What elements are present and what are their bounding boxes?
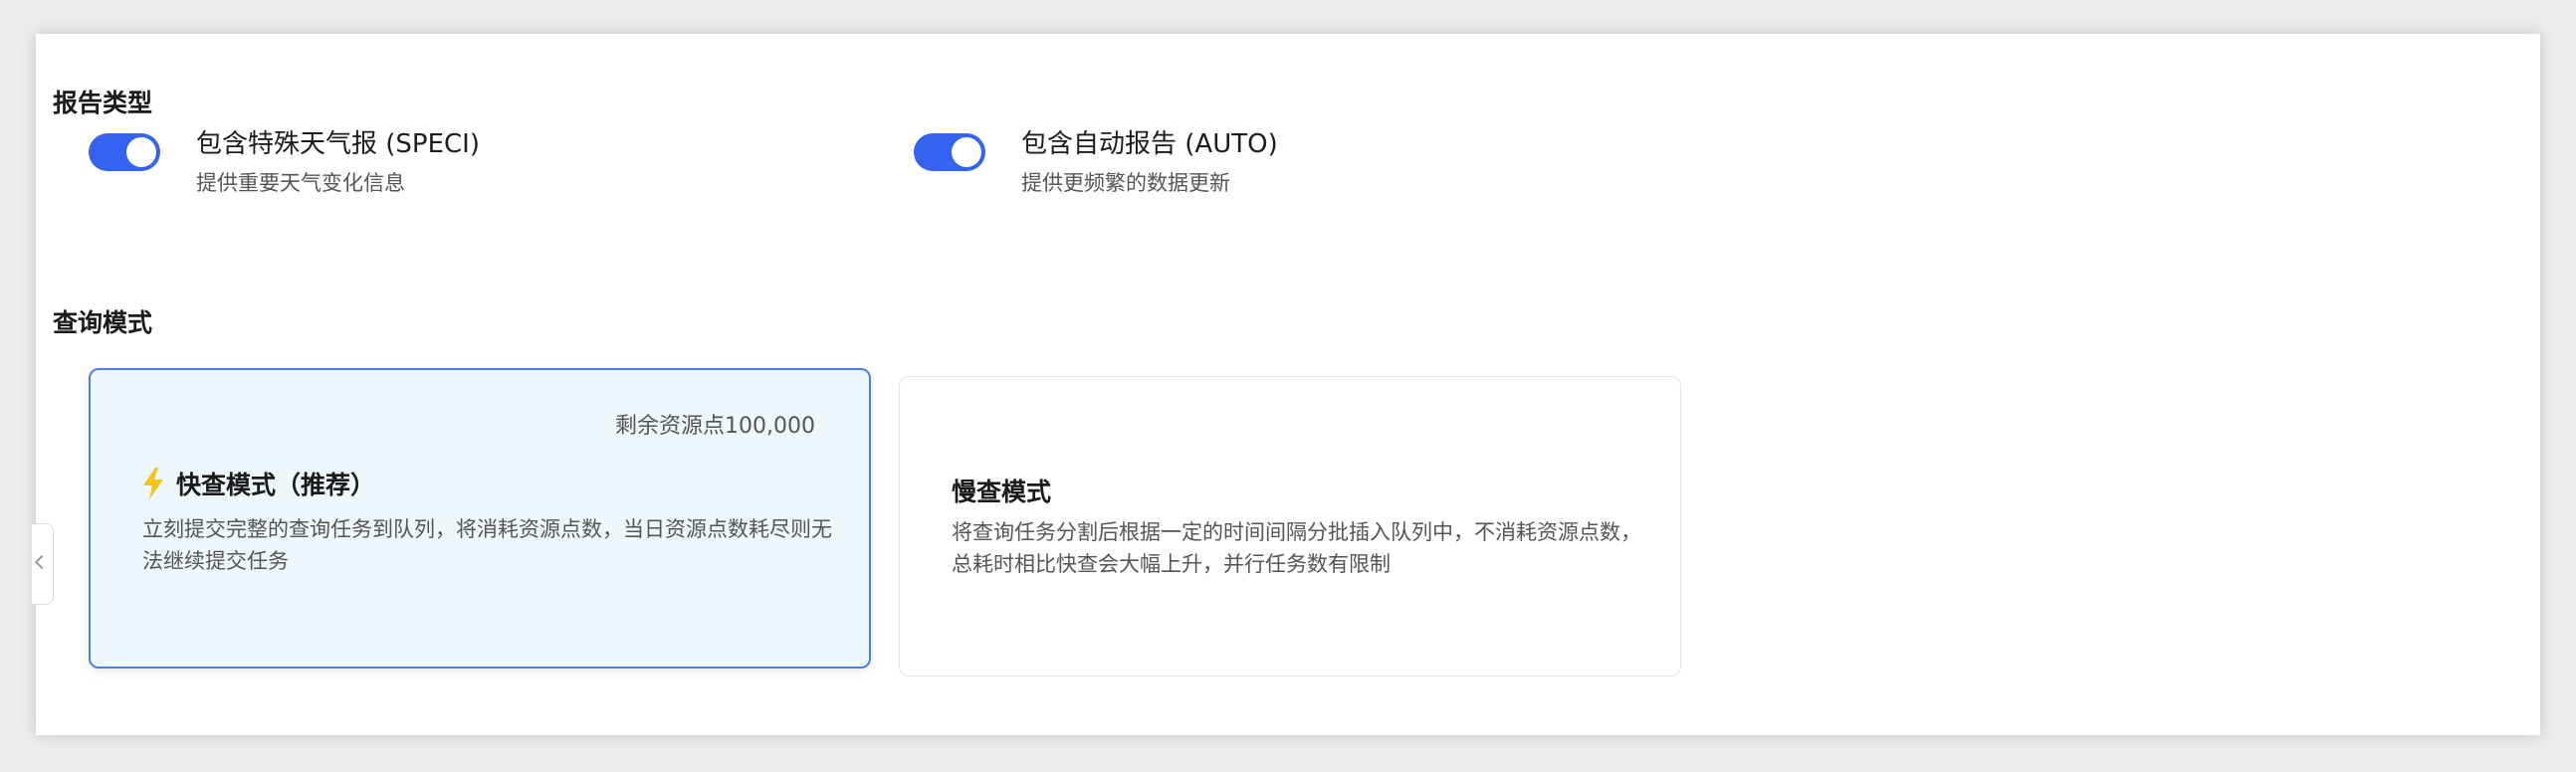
- speci-description: 提供重要天气变化信息: [196, 171, 405, 195]
- speci-option: 包含特殊天气报 (SPECI) 提供重要天气变化信息: [89, 123, 785, 195]
- slow-mode-card[interactable]: 慢查模式 将查询任务分割后根据一定的时间间隔分批插入队列中，不消耗资源点数，总耗…: [899, 376, 1681, 676]
- auto-option: 包含自动报告 (AUTO) 提供更频繁的数据更新: [914, 123, 1610, 195]
- fast-mode-title-row: 快查模式（推荐）: [142, 466, 375, 501]
- slow-mode-title: 慢查模式: [952, 478, 1052, 506]
- auto-label: 包含自动报告 (AUTO): [1021, 129, 1278, 159]
- sidebar-collapse-handle[interactable]: [32, 523, 54, 605]
- speci-toggle[interactable]: [89, 133, 160, 171]
- lightning-bolt-icon: [142, 468, 164, 499]
- toggle-knob: [952, 137, 981, 167]
- slow-mode-description: 将查询任务分割后根据一定的时间间隔分批插入队列中，不消耗资源点数，总耗时相比快查…: [952, 520, 1641, 576]
- query-mode-title: 查询模式: [53, 308, 153, 337]
- chevron-left-icon: [34, 554, 50, 570]
- fast-mode-description: 立刻提交完整的查询任务到队列，将消耗资源点数，当日资源点数耗尽则无法继续提交任务: [142, 517, 832, 573]
- slow-mode-title-row: 慢查模式: [952, 473, 1051, 508]
- report-type-title: 报告类型: [53, 89, 153, 117]
- fast-mode-title: 快查模式（推荐）: [176, 471, 376, 499]
- fast-mode-card[interactable]: 剩余资源点100,000 快查模式（推荐） 立刻提交完整的查询任务到队列，将消耗…: [89, 368, 871, 669]
- auto-description: 提供更频繁的数据更新: [1021, 171, 1230, 195]
- auto-toggle[interactable]: [914, 133, 985, 171]
- remaining-resource-badge: 剩余资源点100,000: [615, 414, 815, 439]
- speci-label: 包含特殊天气报 (SPECI): [196, 129, 480, 159]
- toggle-knob: [126, 137, 156, 167]
